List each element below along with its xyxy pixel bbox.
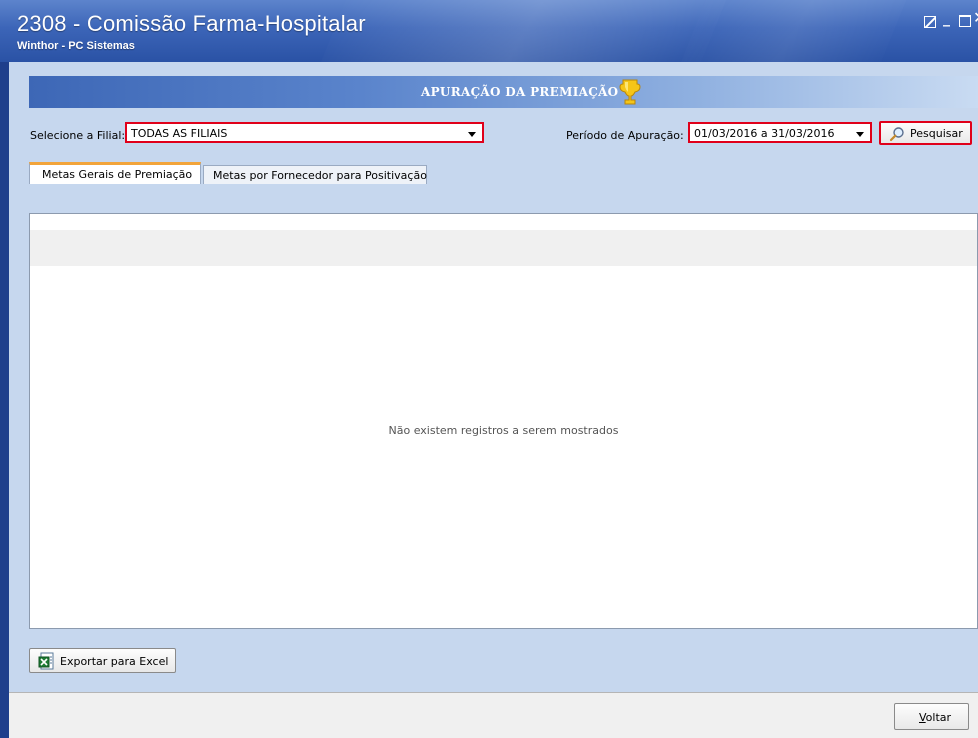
search-button-label: Pesquisar [910, 127, 963, 140]
minimize-icon[interactable]: _ [943, 12, 950, 26]
search-button[interactable]: Pesquisar [879, 121, 972, 145]
tab-label: Metas por Fornecedor para Positivação [213, 169, 427, 182]
title-bar[interactable]: 2308 - Comissão Farma-Hospitalar Winthor… [0, 0, 978, 62]
back-button-label-rest: oltar [925, 711, 952, 724]
back-button-mnemonic: V [919, 711, 926, 724]
title-bar-decoration [301, 0, 739, 62]
maximize-icon[interactable] [959, 15, 971, 27]
excel-icon [38, 652, 54, 670]
periodo-select-value: 01/03/2016 a 31/03/2016 [694, 127, 835, 140]
grid-header [30, 214, 977, 230]
client-area: APURAÇÃO DA PREMIAÇÃO Selecione a Filial… [9, 62, 978, 738]
tab-label: Metas Gerais de Premiação [42, 168, 193, 181]
grid-empty-message: Não existem registros a serem mostrados [388, 424, 619, 437]
banner-title: APURAÇÃO DA PREMIAÇÃO [421, 85, 619, 99]
data-grid[interactable]: Não existem registros a serem mostrados [29, 213, 978, 629]
filial-select[interactable]: TODAS AS FILIAIS [125, 122, 484, 143]
grid-group-panel[interactable] [30, 230, 977, 266]
filial-select-value: TODAS AS FILIAIS [131, 127, 228, 140]
footer-bar: Voltar [9, 692, 978, 738]
chevron-down-icon[interactable] [468, 132, 476, 137]
periodo-select[interactable]: 01/03/2016 a 31/03/2016 [688, 122, 872, 143]
window-title: 2308 - Comissão Farma-Hospitalar [17, 11, 366, 36]
chevron-down-icon[interactable] [856, 132, 864, 137]
export-excel-label: Exportar para Excel [60, 655, 169, 668]
magnifier-icon [889, 127, 904, 142]
section-banner: APURAÇÃO DA PREMIAÇÃO [29, 76, 978, 108]
trophy-icon [619, 79, 641, 105]
filial-label: Selecione a Filial: [30, 129, 126, 142]
restore-icon[interactable] [924, 16, 936, 28]
back-button[interactable]: Voltar [894, 703, 969, 730]
back-button-label: Voltar [919, 711, 951, 724]
window-subtitle: Winthor - PC Sistemas [17, 40, 135, 52]
close-icon[interactable]: ✕ [973, 10, 978, 26]
export-excel-button[interactable]: Exportar para Excel [29, 648, 176, 673]
tab-metas-gerais[interactable]: Metas Gerais de Premiação [29, 162, 201, 184]
periodo-label: Período de Apuração: [566, 129, 684, 142]
tab-metas-fornecedor[interactable]: Metas por Fornecedor para Positivação [203, 165, 427, 184]
app-window: 2308 - Comissão Farma-Hospitalar Winthor… [0, 0, 978, 738]
